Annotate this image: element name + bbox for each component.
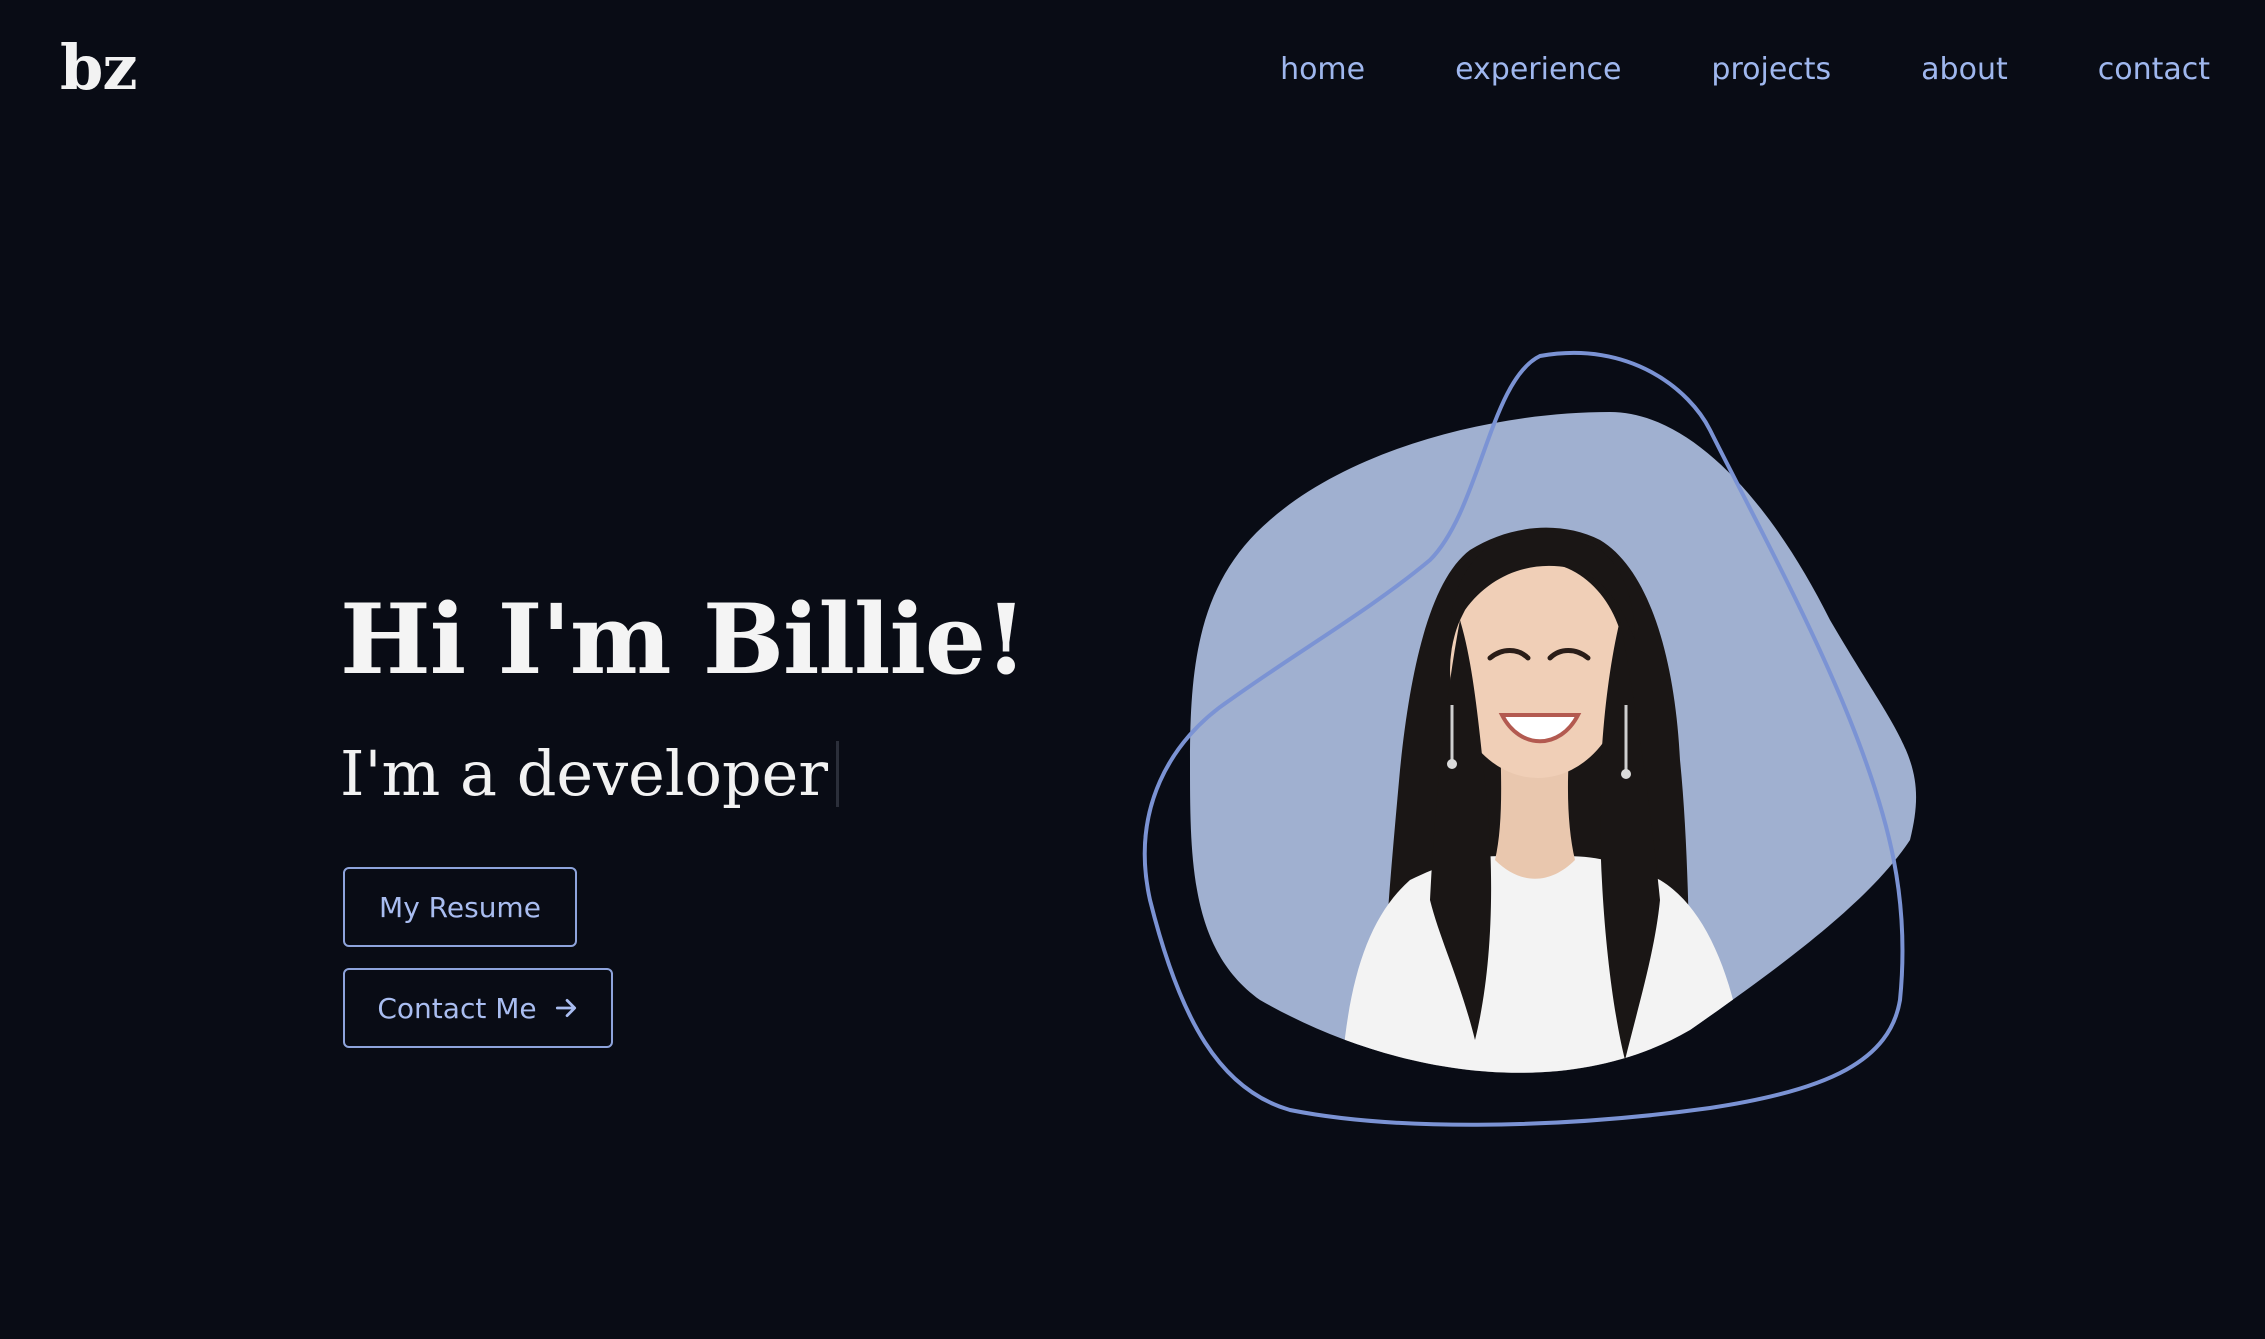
nav-projects[interactable]: projects — [1711, 45, 1831, 95]
nav-about[interactable]: about — [1921, 45, 2008, 95]
hero-title: Hi I'm Billie! — [340, 583, 1027, 696]
resume-button[interactable]: My Resume — [343, 867, 577, 947]
typing-caret — [835, 741, 839, 807]
site-logo[interactable]: bz — [60, 28, 138, 108]
resume-button-label: My Resume — [379, 890, 541, 924]
nav-experience[interactable]: experience — [1455, 45, 1621, 95]
nav-contact[interactable]: contact — [2098, 45, 2210, 95]
nav-home[interactable]: home — [1280, 45, 1365, 95]
contact-me-button-label: Contact Me — [377, 991, 537, 1025]
main-nav: home experience projects about contact — [1280, 45, 2210, 95]
hero-subtitle: I'm a developer — [340, 732, 839, 816]
portrait-graphic — [1142, 350, 1917, 1127]
arrow-right-icon — [555, 999, 576, 1017]
portrait-area — [1130, 340, 1930, 1140]
contact-me-button[interactable]: Contact Me — [343, 968, 613, 1048]
hero-subtitle-text: I'm a developer — [340, 737, 828, 810]
